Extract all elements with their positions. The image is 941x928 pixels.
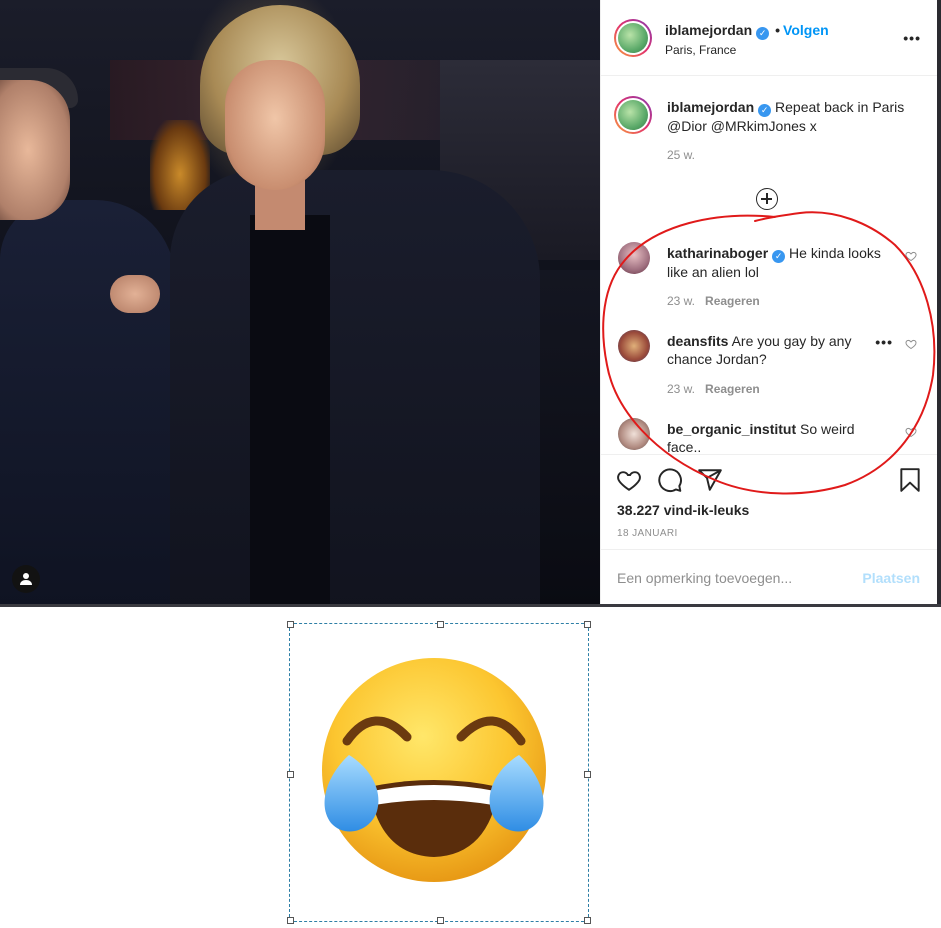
main-person-shirt	[250, 215, 330, 604]
post-date[interactable]: 18 JANUARI	[617, 528, 678, 539]
comment-text: be_organic_institut So weird face..	[667, 420, 882, 454]
avatar[interactable]	[618, 418, 650, 450]
resize-handle[interactable]	[584, 621, 591, 628]
post-sidebar: iblamejordan ✓ • Volgen Paris, France ••• i…	[600, 0, 937, 604]
screenshot-bottom-edge	[0, 604, 941, 607]
left-person-face	[0, 80, 70, 220]
heart-icon[interactable]	[616, 467, 642, 493]
avatar[interactable]	[618, 242, 650, 274]
add-comment-bar: Een opmerking toevoegen... Plaatsen	[601, 549, 937, 605]
comment-options-icon[interactable]: •••	[875, 334, 893, 350]
avatar[interactable]	[618, 330, 650, 362]
verified-badge-icon: ✓	[756, 27, 770, 40]
left-person-coat	[0, 200, 175, 604]
comment-meta: 23 w. Reageren	[667, 382, 760, 396]
user-tag-icon[interactable]	[12, 565, 40, 593]
post-location[interactable]: Paris, France	[665, 43, 736, 57]
follow-button[interactable]: Volgen	[783, 22, 829, 38]
bookmark-icon[interactable]	[897, 467, 923, 493]
face-with-tears-of-joy-icon	[322, 658, 546, 882]
like-count[interactable]: 38.227 vind-ik-leuks	[617, 502, 749, 518]
comment-text: katharinaboger ✓ He kinda looks like an a…	[667, 244, 882, 281]
caption-text: iblamejordan ✓ Repeat back in Paris @Dior…	[667, 98, 917, 136]
comment-heart-icon[interactable]	[905, 250, 917, 262]
caption-username[interactable]: iblamejordan	[667, 99, 754, 115]
resize-handle[interactable]	[437, 917, 444, 924]
post-comment-button[interactable]: Plaatsen	[862, 570, 920, 586]
comment-text: deansfits Are you gay by any chance Jord…	[667, 332, 882, 368]
resize-handle[interactable]	[584, 771, 591, 778]
separator-dot: •	[775, 22, 781, 38]
reply-button[interactable]: Reageren	[705, 382, 760, 396]
comment-meta: 23 w. Reageren	[667, 294, 760, 308]
resize-handle[interactable]	[584, 917, 591, 924]
comment-icon[interactable]	[657, 467, 683, 493]
verified-badge-icon: ✓	[772, 250, 786, 263]
comment-list: katharinaboger ✓ He kinda looks like an a…	[601, 240, 937, 454]
avatar[interactable]	[614, 19, 652, 57]
comment-input[interactable]: Een opmerking toevoegen...	[617, 570, 792, 586]
avatar[interactable]	[614, 96, 652, 134]
comment-username[interactable]: deansfits	[667, 333, 728, 349]
caption-time: 25 w.	[667, 148, 696, 162]
comment-heart-icon[interactable]	[905, 338, 917, 350]
comment-username[interactable]: katharinaboger	[667, 245, 768, 261]
resize-handle[interactable]	[437, 621, 444, 628]
resize-handle[interactable]	[287, 771, 294, 778]
resize-handle[interactable]	[287, 917, 294, 924]
main-person-face	[225, 60, 325, 190]
main-person-suit	[170, 170, 540, 604]
verified-badge-icon: ✓	[758, 104, 772, 117]
post-photo[interactable]	[0, 0, 600, 604]
comment-username[interactable]: be_organic_institut	[667, 421, 796, 437]
left-person-fist	[110, 275, 160, 313]
load-more-comments-icon[interactable]	[756, 188, 778, 210]
post-header: iblamejordan ✓ • Volgen Paris, France •••	[601, 0, 937, 76]
reply-button[interactable]: Reageren	[705, 294, 760, 308]
post-actions: 38.227 vind-ik-leuks 18 JANUARI	[601, 454, 937, 550]
comment-heart-icon[interactable]	[905, 426, 917, 438]
comment-time[interactable]: 23 w.	[667, 294, 695, 308]
more-options-icon[interactable]: •••	[903, 30, 921, 46]
comment-time[interactable]: 23 w.	[667, 382, 695, 396]
resize-handle[interactable]	[287, 621, 294, 628]
share-icon[interactable]	[697, 467, 723, 493]
post-username[interactable]: iblamejordan	[665, 22, 752, 38]
